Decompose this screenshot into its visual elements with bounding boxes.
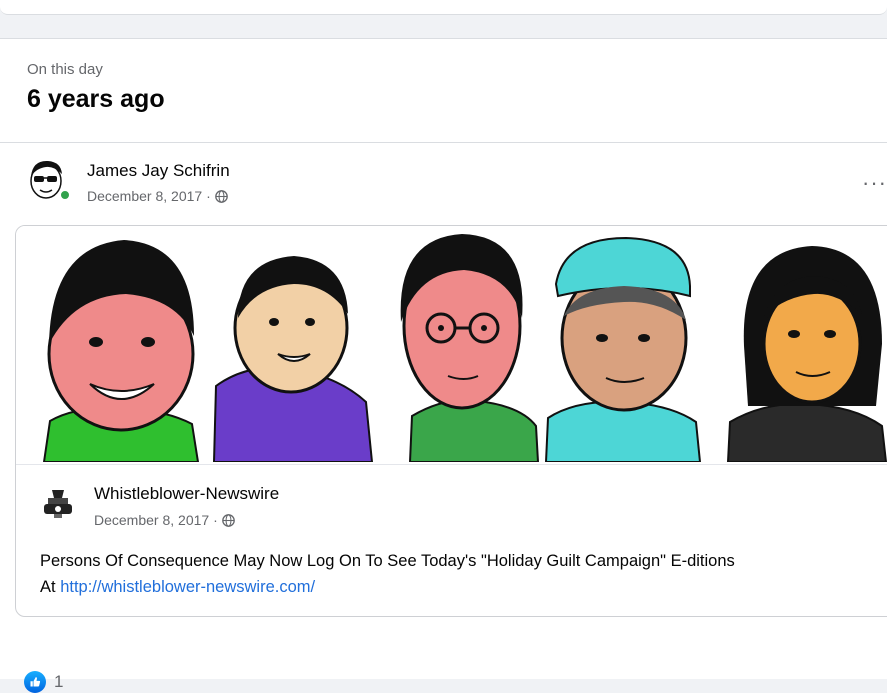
shared-post[interactable]: Whistleblower-Newswire December 8, 2017 … (15, 225, 887, 617)
reactions-summary[interactable]: 1 (24, 671, 63, 693)
previous-card (0, 0, 887, 15)
shared-link-line: At http://whistleblower-newswire.com/ (40, 574, 735, 600)
face-illustration (42, 240, 200, 462)
globe-icon (214, 190, 228, 203)
author-name[interactable]: James Jay Schifrin (87, 161, 230, 181)
shared-text-line: Persons Of Consequence May Now Log On To… (40, 552, 735, 570)
website-link[interactable]: http://whistleblower-newswire.com/ (60, 578, 315, 596)
globe-icon (221, 514, 235, 527)
shared-date-text: December 8, 2017 · (94, 512, 222, 528)
more-options-button[interactable]: ··· (862, 170, 887, 196)
like-icon (24, 671, 46, 693)
years-ago-title: 6 years ago (27, 85, 165, 113)
cartoon-faces-image[interactable] (16, 226, 887, 462)
page-logo-icon[interactable] (38, 482, 78, 522)
reaction-count: 1 (54, 672, 64, 691)
author-avatar[interactable] (26, 156, 72, 202)
post-date-text: December 8, 2017 · (87, 188, 215, 204)
shared-divider (16, 464, 887, 465)
shared-post-text: Persons Of Consequence May Now Log On To… (40, 548, 735, 600)
memory-card: On this day 6 years ago James Jay Schifr… (0, 38, 887, 693)
face-illustration (544, 236, 702, 462)
shared-timestamp[interactable]: December 8, 2017 · (94, 512, 235, 528)
divider (0, 142, 887, 143)
link-prefix: At (40, 578, 61, 596)
page-name[interactable]: Whistleblower-Newswire (94, 484, 279, 504)
on-this-day-label: On this day (27, 61, 103, 78)
online-status-dot (59, 189, 71, 201)
post-timestamp[interactable]: December 8, 2017 · (87, 188, 228, 204)
